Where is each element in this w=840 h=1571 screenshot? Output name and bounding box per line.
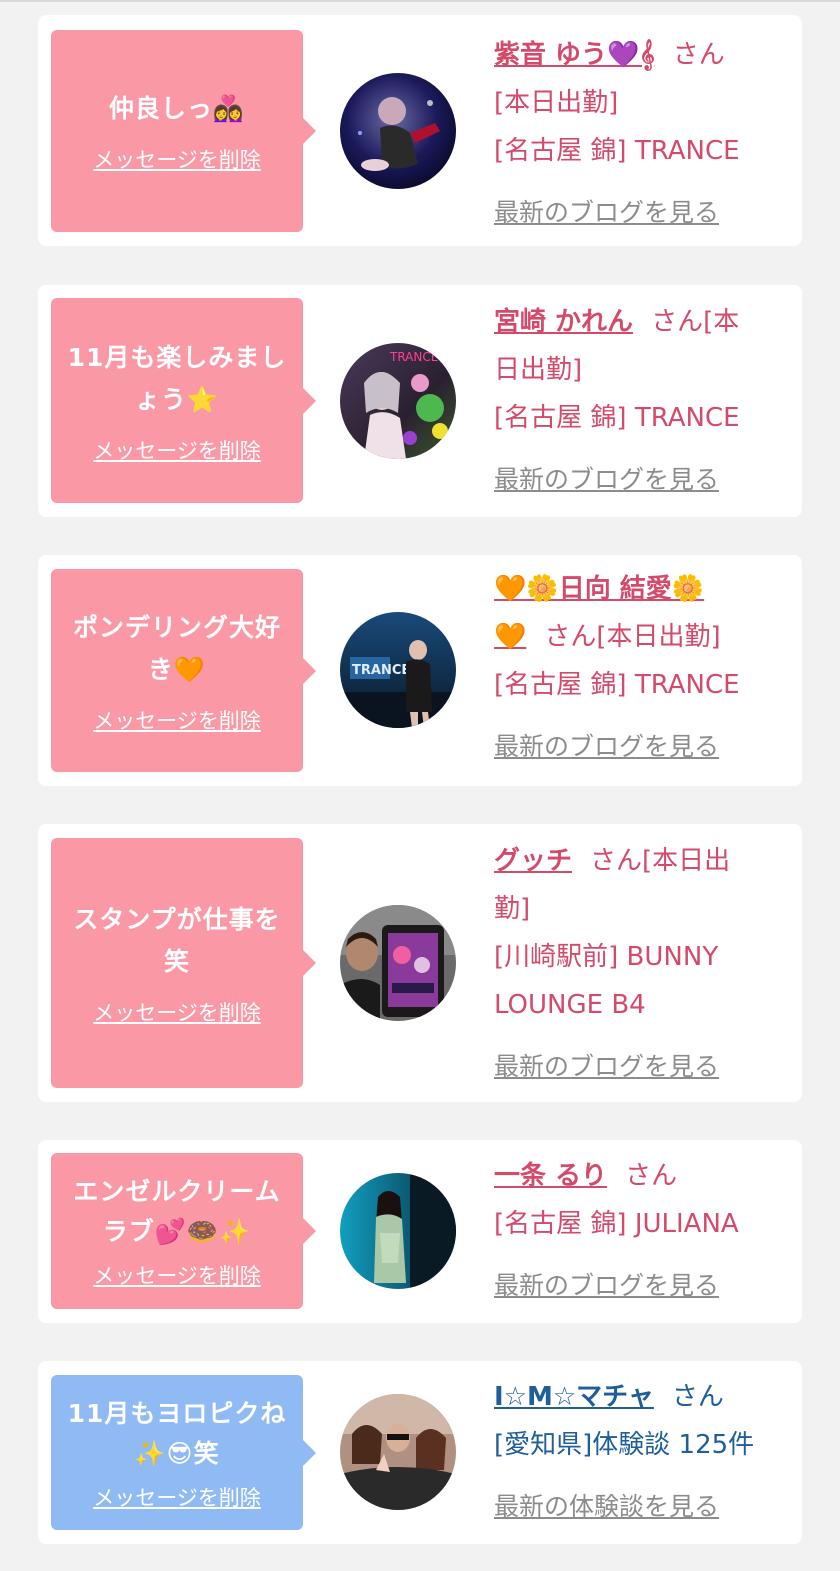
shift-status: 日出勤] bbox=[494, 355, 583, 385]
svg-text:TRANCE: TRANCE bbox=[389, 350, 438, 364]
delete-message-link[interactable]: メッセージを削除 bbox=[93, 705, 261, 735]
latest-review-link[interactable]: 最新の体験談を見る bbox=[494, 1483, 788, 1531]
profile-name-link[interactable]: グッチ bbox=[494, 846, 572, 876]
honorific: さん[本 bbox=[651, 307, 740, 337]
shift-status: [本日出勤] bbox=[494, 88, 619, 118]
delete-message-link[interactable]: メッセージを削除 bbox=[93, 997, 261, 1027]
message-text: 11月も楽しみまし ょう⭐ bbox=[67, 342, 287, 414]
shift-status: 勤] bbox=[494, 894, 531, 924]
latest-blog-link[interactable]: 最新のブログを見る bbox=[494, 456, 788, 504]
shop-location: [川崎駅前] BUNNY bbox=[494, 942, 719, 972]
honorific: さん bbox=[625, 1161, 678, 1191]
profile-name-link[interactable]: 🧡🌼日向 結愛🌼 bbox=[494, 574, 704, 604]
message-bubble: 11月も楽しみまし ょう⭐ メッセージを削除 bbox=[51, 298, 316, 503]
message-text: エンゼルクリーム ラブ💕🍩✨ bbox=[73, 1177, 281, 1246]
honorific: さん bbox=[671, 1382, 724, 1412]
delete-message-link[interactable]: メッセージを削除 bbox=[93, 435, 261, 465]
svg-text:TRANCE: TRANCE bbox=[352, 663, 410, 678]
review-count: [愛知県]体験談 125件 bbox=[494, 1430, 755, 1460]
avatar[interactable] bbox=[340, 1394, 456, 1510]
message-card: 11月も楽しみまし ょう⭐ メッセージを削除 TRANCE 宮崎 かれん さん[本 bbox=[38, 285, 802, 517]
latest-blog-link[interactable]: 最新のブログを見る bbox=[494, 189, 788, 237]
delete-message-link[interactable]: メッセージを削除 bbox=[93, 1260, 261, 1290]
shop-location: [名古屋 錦] TRANCE bbox=[494, 403, 740, 433]
profile-info: 宮崎 かれん さん[本 日出勤] [名古屋 錦] TRANCE 最新のブログを見る bbox=[494, 298, 788, 504]
latest-blog-link[interactable]: 最新のブログを見る bbox=[494, 723, 788, 771]
shop-location-cont: LOUNGE B4 bbox=[494, 990, 646, 1020]
profile-info: 一条 るり さん [名古屋 錦] JULIANA 最新のブログを見る bbox=[494, 1152, 788, 1310]
message-card: エンゼルクリーム ラブ💕🍩✨ メッセージを削除 一条 るり さん [名古屋 錦] J… bbox=[38, 1140, 802, 1323]
profile-name-link-cont[interactable]: 🧡 bbox=[494, 622, 526, 652]
message-text: ポンデリング大好 き🧡 bbox=[72, 612, 281, 684]
profile-name-link[interactable]: 紫音 ゆう💜𝄞 bbox=[494, 40, 655, 70]
message-card: ポンデリング大好 き🧡 メッセージを削除 TRANCE 🧡🌼日向 結愛🌼 🧡 さん[… bbox=[38, 555, 802, 786]
message-text: 11月もヨロピクね ✨😎笑 bbox=[67, 1398, 287, 1468]
message-bubble: エンゼルクリーム ラブ💕🍩✨ メッセージを削除 bbox=[51, 1153, 316, 1309]
message-card: 11月もヨロピクね ✨😎笑 メッセージを削除 I☆M☆マチャ さん [愛知県]体験談… bbox=[38, 1361, 802, 1544]
latest-blog-link[interactable]: 最新のブログを見る bbox=[494, 1262, 788, 1310]
profile-info: 紫音 ゆう💜𝄞 さん [本日出勤] [名古屋 錦] TRANCE 最新のブログを見… bbox=[494, 31, 788, 237]
message-text: 仲良しっ👩‍❤️‍👩 bbox=[108, 94, 246, 123]
profile-name-link[interactable]: I☆M☆マチャ bbox=[494, 1382, 654, 1412]
message-card: 仲良しっ👩‍❤️‍👩 メッセージを削除 紫音 ゆう💜𝄞 さん [本日出勤] [名古… bbox=[38, 15, 802, 246]
delete-message-link[interactable]: メッセージを削除 bbox=[93, 144, 261, 174]
shop-location: [名古屋 錦] JULIANA bbox=[494, 1209, 739, 1239]
honorific: さん bbox=[672, 40, 725, 70]
message-bubble: 11月もヨロピクね ✨😎笑 メッセージを削除 bbox=[51, 1375, 316, 1530]
profile-info: I☆M☆マチャ さん [愛知県]体験談 125件 最新の体験談を見る bbox=[494, 1373, 788, 1531]
message-bubble: スタンプが仕事を笑 メッセージを削除 bbox=[51, 838, 316, 1088]
message-bubble: 仲良しっ👩‍❤️‍👩 メッセージを削除 bbox=[51, 30, 316, 232]
profile-info: 🧡🌼日向 結愛🌼 🧡 さん[本日出勤] [名古屋 錦] TRANCE 最新のブログ… bbox=[494, 565, 788, 771]
shop-location: [名古屋 錦] TRANCE bbox=[494, 670, 740, 700]
profile-name-link[interactable]: 一条 るり bbox=[494, 1161, 607, 1191]
avatar[interactable] bbox=[340, 73, 456, 189]
delete-message-link[interactable]: メッセージを削除 bbox=[93, 1482, 261, 1512]
avatar[interactable]: TRANCE bbox=[340, 612, 456, 728]
avatar[interactable]: TRANCE bbox=[340, 343, 456, 459]
profile-info: グッチ さん[本日出 勤] [川崎駅前] BUNNY LOUNGE B4 最新のブ… bbox=[494, 837, 788, 1091]
avatar[interactable] bbox=[340, 905, 456, 1021]
top-divider bbox=[0, 0, 840, 2]
latest-blog-link[interactable]: 最新のブログを見る bbox=[494, 1043, 788, 1091]
avatar[interactable] bbox=[340, 1173, 456, 1289]
profile-name-link[interactable]: 宮崎 かれん bbox=[494, 307, 633, 337]
message-text: スタンプが仕事を笑 bbox=[73, 905, 281, 976]
honorific: さん[本日出勤] bbox=[544, 622, 721, 652]
honorific: さん[本日出 bbox=[590, 846, 731, 876]
message-card: スタンプが仕事を笑 メッセージを削除 グッチ さん[本日出 勤] [川崎駅前] B… bbox=[38, 824, 802, 1102]
shop-location: [名古屋 錦] TRANCE bbox=[494, 136, 740, 166]
message-bubble: ポンデリング大好 き🧡 メッセージを削除 bbox=[51, 569, 316, 772]
